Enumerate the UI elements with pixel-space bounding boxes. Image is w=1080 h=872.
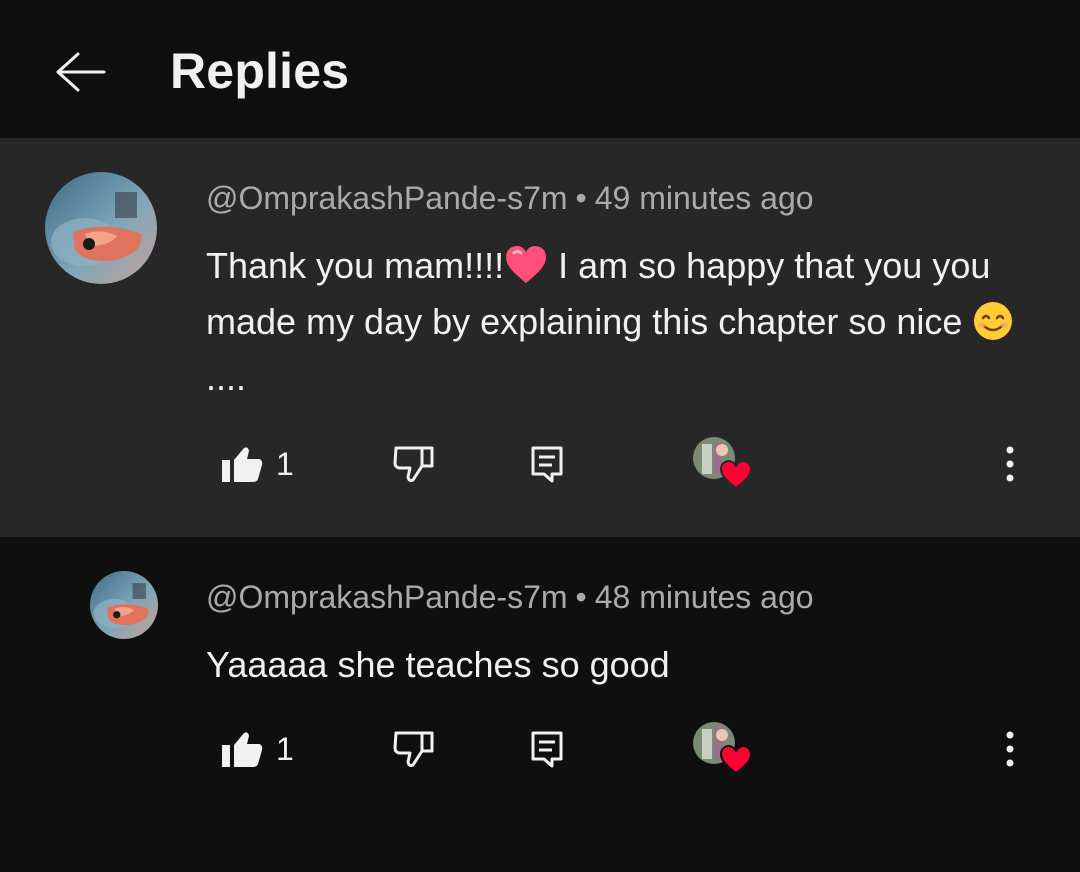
reply-icon	[531, 446, 563, 483]
smiling-face-emoji-icon	[974, 302, 1013, 341]
reply-item: @OmprakashPande-s7m • 48 minutes ago Yaaaa…	[0, 537, 1080, 872]
comment-text-part: Thank you mam!!!!	[206, 245, 505, 286]
thumbs-up-icon	[222, 732, 263, 767]
thumbs-down-icon	[393, 446, 434, 483]
heart-emoji-icon	[506, 246, 547, 284]
thumbs-up-icon	[222, 447, 263, 482]
top-app-bar: Replies	[0, 0, 1080, 138]
thumbs-down-icon	[393, 731, 434, 768]
reply-icon	[531, 731, 563, 768]
comment-meta: @OmprakashPande-s7m • 49 minutes ago	[206, 180, 814, 217]
more-options-button[interactable]	[990, 434, 1030, 494]
comment-item: @OmprakashPande-s7m • 49 minutes ago Thank…	[0, 138, 1080, 537]
back-button[interactable]	[46, 40, 114, 104]
like-count: 1	[276, 730, 294, 767]
comment-text: Yaaaaa she teaches so good	[206, 644, 670, 685]
dislike-button[interactable]	[392, 434, 436, 494]
comment-time: 49 minutes ago	[594, 180, 814, 216]
comment-actions: 1	[0, 434, 1080, 494]
more-options-button[interactable]	[990, 719, 1030, 779]
comment-time: 48 minutes ago	[594, 579, 814, 615]
arrow-left-icon	[56, 52, 106, 92]
avatar-image	[90, 571, 158, 639]
comment-text: Thank you mam!!!! I am so happy that you…	[206, 238, 1036, 406]
creator-heart-badge[interactable]	[692, 721, 754, 777]
more-vertical-icon	[1006, 731, 1014, 767]
author-handle[interactable]: @OmprakashPande-s7m	[206, 579, 568, 615]
creator-heart-icon	[693, 722, 753, 775]
like-button[interactable]: 1	[220, 434, 294, 494]
page-title: Replies	[170, 43, 350, 99]
creator-heart-badge[interactable]	[692, 436, 754, 492]
comment-text-part: ....	[206, 357, 247, 398]
dislike-button[interactable]	[392, 719, 436, 779]
avatar[interactable]	[45, 172, 157, 284]
avatar-image	[45, 172, 157, 284]
meta-separator: •	[575, 579, 587, 615]
comment-actions: 1	[0, 719, 1080, 779]
like-button[interactable]: 1	[220, 719, 294, 779]
comment-meta: @OmprakashPande-s7m • 48 minutes ago	[206, 579, 814, 616]
avatar[interactable]	[90, 571, 158, 639]
like-count: 1	[276, 445, 294, 482]
author-handle[interactable]: @OmprakashPande-s7m	[206, 180, 568, 216]
meta-separator: •	[575, 180, 587, 216]
creator-heart-icon	[693, 437, 753, 490]
reply-button[interactable]	[530, 434, 564, 494]
more-vertical-icon	[1006, 446, 1014, 482]
reply-button[interactable]	[530, 719, 564, 779]
